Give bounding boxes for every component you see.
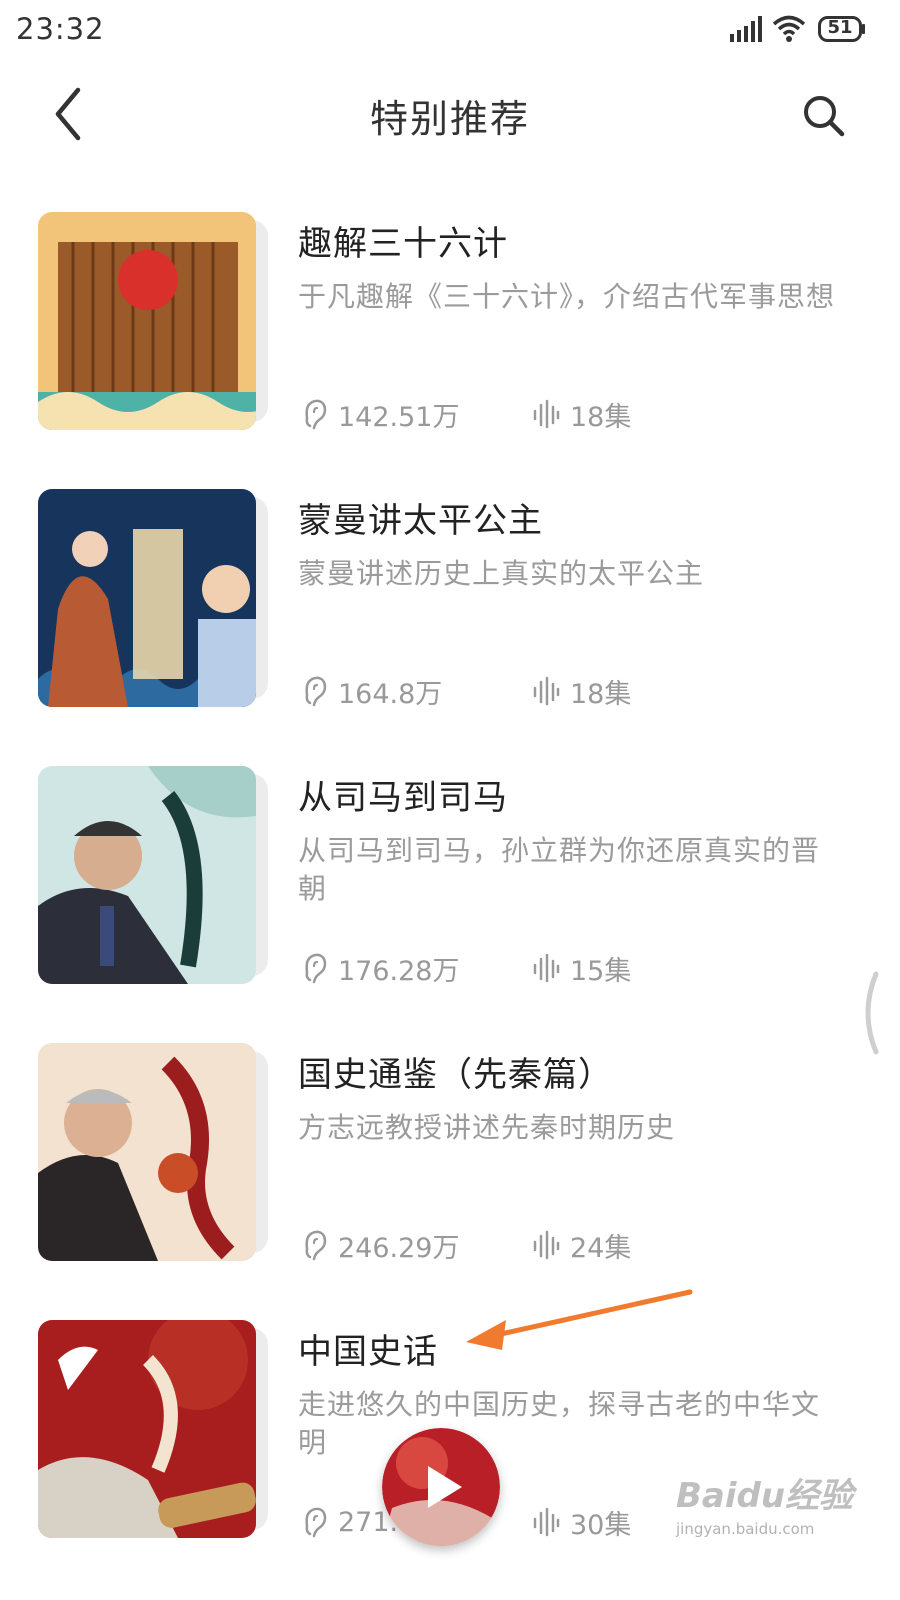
listen-icon (305, 1507, 327, 1538)
watermark-main: Baidu经验 (676, 1476, 854, 1516)
play-count: 176.28万 (302, 950, 460, 987)
album-cover (38, 489, 268, 707)
album-title: 中国史话 (298, 1332, 438, 1372)
album-cover (38, 766, 268, 984)
album-description: 蒙曼讲述历史上真实的太平公主 (298, 557, 705, 590)
audio-wave-icon (533, 953, 560, 983)
episode-count-text: 24集 (570, 1232, 632, 1264)
signal-icon (730, 16, 762, 42)
episode-count: 18集 (532, 673, 632, 710)
album-description: 于凡趣解《三十六计》，介绍古代军事思想 (298, 280, 836, 313)
listen-icon (305, 953, 327, 984)
play-count: 271. (302, 1504, 398, 1540)
episode-count: 24集 (532, 1227, 632, 1264)
album-item[interactable]: 趣解三十六计 于凡趣解《三十六计》，介绍古代军事思想 142.51万 18集 (0, 208, 900, 485)
play-count-text: 164.8万 (338, 678, 443, 710)
watermark: Baidu经验 jingyan.baidu.com (676, 1468, 876, 1548)
episode-count: 15集 (532, 950, 632, 987)
episode-count-text: 15集 (570, 955, 632, 987)
audio-wave-icon (533, 399, 560, 429)
watermark-url: jingyan.baidu.com (676, 1520, 815, 1538)
header: 特别推荐 (0, 64, 900, 174)
wifi-icon (772, 15, 806, 42)
album-cover (38, 1043, 268, 1261)
annotation-arrow-icon (466, 1289, 693, 1350)
episode-count: 30集 (532, 1504, 632, 1541)
edge-swipe-handle[interactable] (858, 970, 880, 1056)
floating-player-button[interactable] (382, 1428, 500, 1546)
search-icon[interactable] (798, 90, 850, 142)
battery-icon: 51 (818, 16, 866, 42)
listen-icon (305, 676, 327, 707)
album-title: 蒙曼讲太平公主 (298, 501, 543, 541)
listen-icon (305, 1230, 327, 1261)
album-description: 走进悠久的中国历史，探寻古老的中华文明 (298, 1388, 821, 1459)
album-description: 方志远教授讲述先秦时期历史 (298, 1111, 676, 1144)
album-item[interactable]: 从司马到司马 从司马到司马，孙立群为你还原真实的晋朝 176.28万 15集 (0, 762, 900, 1039)
audio-wave-icon (533, 1230, 560, 1260)
album-cover (38, 1320, 268, 1538)
play-count: 164.8万 (302, 673, 443, 710)
play-count-text: 246.29万 (338, 1232, 460, 1264)
battery-level: 51 (827, 17, 853, 38)
episode-count-text: 30集 (570, 1509, 632, 1541)
album-title: 国史通鉴（先秦篇） (298, 1055, 613, 1095)
album-list: 趣解三十六计 于凡趣解《三十六计》，介绍古代军事思想 142.51万 18集 蒙… (0, 208, 900, 1593)
audio-wave-icon (533, 1507, 560, 1537)
status-time: 23:32 (16, 12, 105, 46)
status-bar: 23:32 51 (0, 0, 900, 64)
album-title: 从司马到司马 (298, 778, 508, 818)
album-item[interactable]: 蒙曼讲太平公主 蒙曼讲述历史上真实的太平公主 164.8万 18集 (0, 485, 900, 762)
album-title: 趣解三十六计 (298, 224, 508, 264)
album-cover (38, 212, 268, 430)
album-description: 从司马到司马，孙立群为你还原真实的晋朝 (298, 834, 821, 905)
episode-count-text: 18集 (570, 678, 632, 710)
album-item[interactable]: 国史通鉴（先秦篇） 方志远教授讲述先秦时期历史 246.29万 24集 (0, 1039, 900, 1316)
episode-count: 18集 (532, 396, 632, 433)
audio-wave-icon (533, 676, 560, 706)
play-count: 246.29万 (302, 1227, 460, 1264)
episode-count-text: 18集 (570, 401, 632, 433)
play-count-text: 176.28万 (338, 955, 460, 987)
play-count: 142.51万 (302, 396, 460, 433)
play-count-text: 142.51万 (338, 401, 460, 433)
listen-icon (305, 399, 327, 430)
page-title: 特别推荐 (369, 97, 530, 141)
